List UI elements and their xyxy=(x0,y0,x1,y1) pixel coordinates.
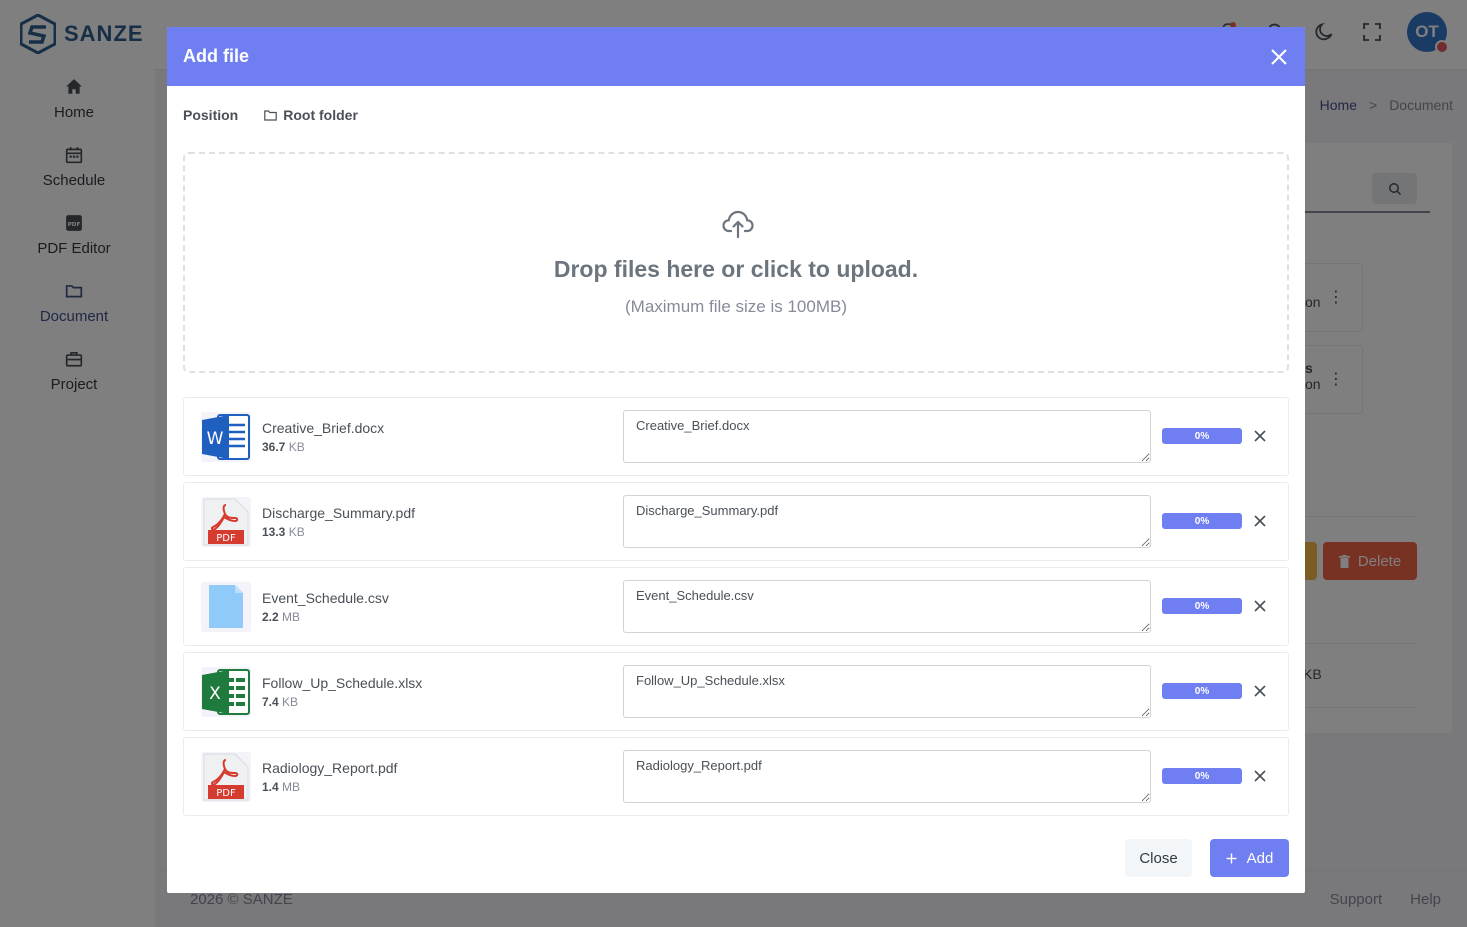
svg-text:X: X xyxy=(209,684,221,704)
file-row: PDF Discharge_Summary.pdf 13.3 KB 0% xyxy=(183,482,1289,561)
file-size: 7.4 KB xyxy=(262,695,298,709)
folder-icon xyxy=(264,109,278,121)
file-size-unit: MB xyxy=(282,610,301,624)
file-thumbnail: X xyxy=(201,667,251,717)
file-row: Event_Schedule.csv 2.2 MB 0% xyxy=(183,567,1289,646)
file-row: PDF Radiology_Report.pdf 1.4 MB 0% xyxy=(183,737,1289,816)
file-name-input[interactable] xyxy=(623,750,1151,803)
upload-progress: 0% xyxy=(1162,428,1242,444)
progress-label: 0% xyxy=(1162,683,1242,699)
file-size-value: 13.3 xyxy=(262,525,286,539)
upload-progress: 0% xyxy=(1162,768,1242,784)
file-size-unit: KB xyxy=(282,695,299,709)
cloud-upload-icon xyxy=(722,210,754,238)
close-icon[interactable] xyxy=(1269,47,1289,67)
modal-title: Add file xyxy=(183,46,249,66)
file-size: 1.4 MB xyxy=(262,780,300,794)
file-size-unit: MB xyxy=(282,780,301,794)
file-row: X Follow_Up_Schedule.xlsx 7.4 KB 0% xyxy=(183,652,1289,731)
file-size: 36.7 KB xyxy=(262,440,305,454)
file-name-input[interactable] xyxy=(623,580,1151,633)
remove-file-icon[interactable] xyxy=(1252,598,1268,614)
file-name-input[interactable] xyxy=(623,665,1151,718)
remove-file-icon[interactable] xyxy=(1252,768,1268,784)
remove-file-icon[interactable] xyxy=(1252,513,1268,529)
file-size-value: 2.2 xyxy=(262,610,279,624)
dropzone-hint: (Maximum file size is 100MB) xyxy=(625,297,847,316)
file-size-unit: KB xyxy=(288,440,305,454)
upload-progress: 0% xyxy=(1162,513,1242,529)
pdf-badge-text: PDF xyxy=(216,788,236,799)
progress-label: 0% xyxy=(1162,598,1242,614)
progress-label: 0% xyxy=(1162,428,1242,444)
file-name: Event_Schedule.csv xyxy=(262,590,389,606)
folder-selector[interactable]: Root folder xyxy=(264,107,358,123)
file-size: 2.2 MB xyxy=(262,610,300,624)
pdf-file-icon: PDF xyxy=(203,498,249,546)
modal-header: Add file xyxy=(167,27,1305,86)
file-size-value: 36.7 xyxy=(262,440,286,454)
file-row: W Creative_Brief.docx 36.7 KB 0% xyxy=(183,397,1289,476)
file-name: Radiology_Report.pdf xyxy=(262,760,398,776)
upload-dropzone[interactable]: Drop files here or click to upload. (Max… xyxy=(183,152,1289,373)
close-button[interactable]: Close xyxy=(1125,839,1192,877)
excel-icon: X xyxy=(202,669,250,715)
add-button[interactable]: Add xyxy=(1210,839,1289,877)
file-thumbnail xyxy=(201,582,251,632)
folder-label: Root folder xyxy=(283,107,358,123)
file-name: Follow_Up_Schedule.xlsx xyxy=(262,675,423,691)
file-name-input[interactable] xyxy=(623,410,1151,463)
remove-file-icon[interactable] xyxy=(1252,428,1268,444)
file-name-input[interactable] xyxy=(623,495,1151,548)
file-thumbnail: PDF xyxy=(201,752,251,802)
position-label: Position xyxy=(183,107,239,123)
file-name: Creative_Brief.docx xyxy=(262,420,385,436)
file-size-value: 7.4 xyxy=(262,695,279,709)
position-row: Position Root folder xyxy=(183,107,358,123)
pdf-badge-text: PDF xyxy=(216,533,236,544)
svg-text:W: W xyxy=(207,429,224,449)
file-thumbnail: PDF xyxy=(201,497,251,547)
progress-label: 0% xyxy=(1162,768,1242,784)
remove-file-icon[interactable] xyxy=(1252,683,1268,699)
pdf-file-icon: PDF xyxy=(203,753,249,801)
file-name: Discharge_Summary.pdf xyxy=(262,505,416,521)
upload-progress: 0% xyxy=(1162,683,1242,699)
progress-label: 0% xyxy=(1162,513,1242,529)
generic-file-icon xyxy=(209,585,243,628)
upload-progress: 0% xyxy=(1162,598,1242,614)
file-size-unit: KB xyxy=(288,525,305,539)
add-button-label: Add xyxy=(1246,849,1274,867)
dropzone-message: Drop files here or click to upload. xyxy=(553,256,919,282)
file-size: 13.3 KB xyxy=(262,525,305,539)
plus-icon xyxy=(1226,853,1237,863)
file-size-value: 1.4 xyxy=(262,780,279,794)
word-icon: W xyxy=(202,414,250,460)
add-file-modal: Add file Position Root folder Drop files… xyxy=(167,27,1305,893)
file-thumbnail: W xyxy=(201,412,251,462)
